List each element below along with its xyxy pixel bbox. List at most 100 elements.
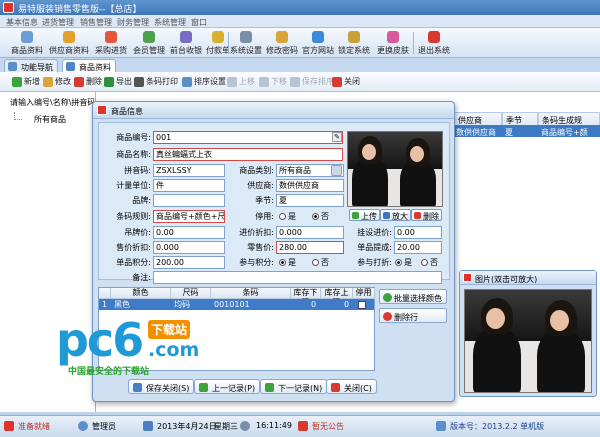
disabled-checkbox[interactable] <box>358 301 366 309</box>
unit-field[interactable]: 件 <box>153 179 225 192</box>
retail-price-field[interactable]: 0.00 <box>394 226 442 239</box>
column-header-season[interactable]: 季节 <box>502 112 538 126</box>
toolbar-purchase[interactable]: 采购进货 <box>92 30 130 56</box>
tag-price-field[interactable]: 0.00 <box>153 226 225 239</box>
sort-icon <box>182 77 192 87</box>
edit-button[interactable]: 修改 <box>43 76 71 89</box>
toolbar-product-info[interactable]: 商品资料 <box>8 30 46 56</box>
save-icon <box>290 77 300 87</box>
pinyin-field[interactable]: ZSXLSSY <box>153 164 225 177</box>
disabled-no-radio[interactable]: 否 <box>312 211 329 223</box>
delete-button[interactable]: 删除 <box>74 76 102 89</box>
tab-bar: 功能导航 商品资料 <box>0 58 600 72</box>
sale-discount-field[interactable]: 0.000 <box>153 241 225 254</box>
cost-discount-field[interactable]: 0.000 <box>276 226 344 239</box>
toolbar-website[interactable]: 官方网站 <box>301 30 335 56</box>
points-field[interactable]: 200.00 <box>153 256 225 269</box>
grid-header-disabled[interactable]: 停用 <box>353 288 375 299</box>
toolbar-change-password[interactable]: 修改密码 <box>265 30 299 56</box>
label-category: 商品类别: <box>239 166 274 175</box>
menu-finance[interactable]: 财务管理 <box>117 17 149 28</box>
join-points-no-radio[interactable]: 否 <box>312 257 329 269</box>
grid-header-barcode[interactable]: 条码 <box>211 288 291 299</box>
edit-icon[interactable]: ✎ <box>332 132 342 142</box>
brand-field[interactable] <box>153 194 225 207</box>
cell-supplier: 数供供应商 <box>456 128 496 137</box>
toolbar-cashier[interactable]: 前台收银 <box>168 30 204 56</box>
arrow-up-icon <box>199 383 208 392</box>
menu-purchase[interactable]: 进货管理 <box>42 17 74 28</box>
join-points-yes-radio[interactable]: 是 <box>279 257 296 269</box>
sale-price-field[interactable]: 280.00 <box>276 241 344 254</box>
toolbar-skin[interactable]: 更换皮肤 <box>373 30 413 56</box>
tree-root-all-products[interactable]: 所有商品 <box>34 114 66 125</box>
commission-field[interactable]: 20.00 <box>394 241 442 254</box>
watermark-brand: pc6 <box>56 313 144 367</box>
tab-product-info[interactable]: 商品资料 <box>62 59 116 72</box>
cell-barcode-rule: 商品编号+颜 <box>541 128 588 137</box>
toolbar-exit[interactable]: 退出系统 <box>415 30 453 56</box>
skin-icon <box>387 31 399 43</box>
category-lookup-icon[interactable] <box>331 165 342 176</box>
delete-photo-button[interactable]: 删除 <box>411 209 442 221</box>
product-photo[interactable] <box>347 131 443 207</box>
delete-row-button[interactable]: 删除行 <box>379 308 447 323</box>
title-bar: 易特服装销售零售版--【总店】 <box>0 0 600 15</box>
zoom-button[interactable]: 放大 <box>380 209 411 221</box>
label-retail-price: 挂设进价: <box>357 228 392 237</box>
grid-header-size[interactable]: 尺码 <box>171 288 211 299</box>
grid-header-min-stock[interactable]: 库存下限 <box>291 288 321 307</box>
label-tag-price: 吊牌价: <box>124 228 151 237</box>
join-discount-yes-radio[interactable]: 是 <box>395 257 412 269</box>
table-row[interactable]: 1 黑色 均码 0010101 0 0 <box>99 299 374 310</box>
supplier-field[interactable]: 数供供应商 <box>276 179 344 192</box>
join-discount-no-radio[interactable]: 否 <box>421 257 438 269</box>
batch-select-color-button[interactable]: 批量选择颜色 <box>379 289 447 304</box>
menu-system[interactable]: 系统管理 <box>154 17 186 28</box>
toolbar-member[interactable]: 会员管理 <box>131 30 167 56</box>
upload-button[interactable]: 上传 <box>349 209 380 221</box>
remark-field[interactable] <box>153 271 442 284</box>
image-preview-window: 图片(双击可放大) <box>459 270 597 397</box>
toolbar-supplier[interactable]: 供应商资料 <box>48 30 90 56</box>
radio-icon <box>312 259 319 266</box>
preview-photo[interactable] <box>464 289 592 393</box>
model-figure <box>352 158 388 206</box>
toolbar-lock[interactable]: 锁定系统 <box>337 30 371 56</box>
code-field[interactable]: 001 <box>153 131 343 144</box>
move-down-button[interactable]: 下移 <box>259 76 287 89</box>
delete-icon <box>74 77 84 87</box>
menu-window[interactable]: 窗口 <box>191 17 207 28</box>
grid-header-max-stock[interactable]: 库存上限 <box>321 288 353 307</box>
cell-barcode: 0010101 <box>214 300 250 309</box>
notice-icon <box>298 421 308 431</box>
move-up-button[interactable]: 上移 <box>227 76 255 89</box>
dialog-title: 商品信息 <box>111 107 143 116</box>
save-close-button[interactable]: 保存关闭(S) <box>128 379 195 394</box>
name-field[interactable]: 真丝蝙蝠式上衣 <box>153 148 343 161</box>
menu-sales[interactable]: 销售管理 <box>80 17 112 28</box>
label-join-points: 参与积分: <box>239 258 274 267</box>
disabled-yes-radio[interactable]: 是 <box>279 211 296 223</box>
toolbar-settings[interactable]: 系统设置 <box>230 30 262 56</box>
column-header-barcode-rule[interactable]: 条码生成规 <box>538 112 600 126</box>
label-code: 商品编号: <box>116 133 151 142</box>
menu-basic-info[interactable]: 基本信息 <box>6 17 38 28</box>
barcode-print-button[interactable]: 条码打印 <box>134 76 178 89</box>
season-field[interactable]: 夏 <box>276 194 344 207</box>
barcode-rule-select[interactable]: 商品编号+颜色+尺码 <box>153 210 225 223</box>
dialog-title-bar: 商品信息 <box>93 102 454 119</box>
tab-navigation[interactable]: 功能导航 <box>4 59 58 72</box>
close-icon <box>332 77 342 87</box>
sort-settings-button[interactable]: 排序设置 <box>182 76 226 89</box>
column-header-supplier[interactable]: 供应商 <box>454 112 502 126</box>
status-weekday: 星期三 <box>214 422 238 431</box>
previous-record-button[interactable]: 上一记录(P) <box>194 379 261 394</box>
new-button[interactable]: 新增 <box>12 76 40 89</box>
export-button[interactable]: 导出 <box>104 76 132 89</box>
save-sort-button[interactable]: 保存排序 <box>290 76 334 89</box>
grid-header-color[interactable]: 颜色 <box>111 288 171 299</box>
next-record-button[interactable]: 下一记录(N) <box>260 379 328 394</box>
close-dialog-button[interactable]: 关闭(C) <box>326 379 377 394</box>
close-button[interactable]: 关闭 <box>332 76 360 89</box>
